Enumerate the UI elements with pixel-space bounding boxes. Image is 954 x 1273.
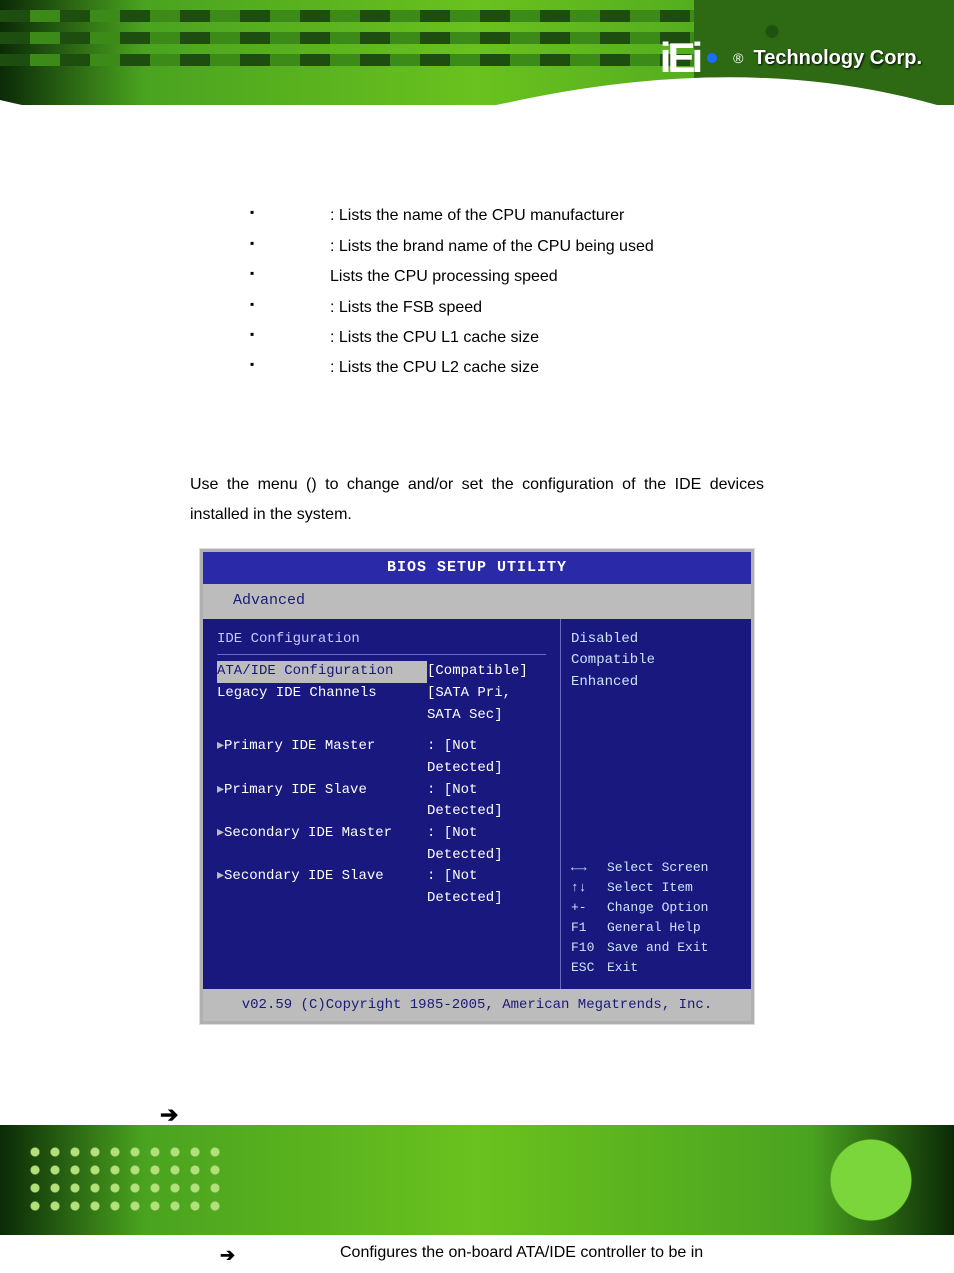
bios-row: Secondary IDE Slave: [Not Detected] [217,866,546,909]
arrow-icon: ➔ [220,1238,340,1272]
logo-tagline: Technology Corp. [753,47,922,70]
bios-tab-bar: Advanced [203,584,751,619]
header-banner: iEi ® Technology Corp. [0,0,954,105]
bios-option: Compatible [571,650,741,672]
bios-option: Enhanced [571,672,741,694]
bios-option: Disabled [571,629,741,651]
bios-right-pane: Disabled Compatible Enhanced ←→Select Sc… [560,619,751,989]
bios-title: BIOS SETUP UTILITY [203,552,751,585]
bios-row: Primary IDE Master: [Not Detected] [217,736,546,779]
bios-footer: v02.59 (C)Copyright 1985-2005, American … [203,989,751,1022]
dot-grid-icon [25,1143,225,1213]
bios-key-legend: ←→Select Screen ↑↓Select Item +-Change O… [571,858,741,979]
registered-icon: ® [733,50,743,66]
list-item: : Lists the name of the CPU manufacturer [250,201,764,231]
bios-tab-advanced: Advanced [233,592,305,609]
bios-section-heading: IDE Configuration [217,629,546,651]
list-item: Lists the CPU processing speed [250,262,764,292]
bios-left-pane: IDE Configuration ATA/IDE Configuration[… [203,619,560,989]
bios-row-selected: ATA/IDE Configuration[Compatible] [217,661,546,683]
logo-dot-icon [707,53,717,63]
footer-banner [0,1125,954,1235]
pcb-decor-icon [806,1135,936,1225]
bios-row: Secondary IDE Master: [Not Detected] [217,823,546,866]
ide-intro: Use the menu () to change and/or set the… [190,470,764,531]
list-item: : Lists the CPU L2 cache size [250,353,764,383]
cpu-detail-list: : Lists the name of the CPU manufacturer… [190,201,764,383]
list-item: : Lists the CPU L1 cache size [250,323,764,353]
bios-screenshot: BIOS SETUP UTILITY Advanced IDE Configur… [200,549,754,1025]
list-item: : Lists the brand name of the CPU being … [250,232,764,262]
brand-logo: iEi ® Technology Corp. [660,34,922,82]
logo-mark: iEi [660,34,699,82]
ata-option-item: ➔ Configures the on-board ATA/IDE contro… [220,1238,764,1272]
cpu-intro: The CPU Configuration menu () lists the … [190,151,764,181]
list-item: : Lists the FSB speed [250,293,764,323]
bios-row: Legacy IDE Channels[SATA Pri, SATA Sec] [217,683,546,726]
bios-row: Primary IDE Slave: [Not Detected] [217,780,546,823]
